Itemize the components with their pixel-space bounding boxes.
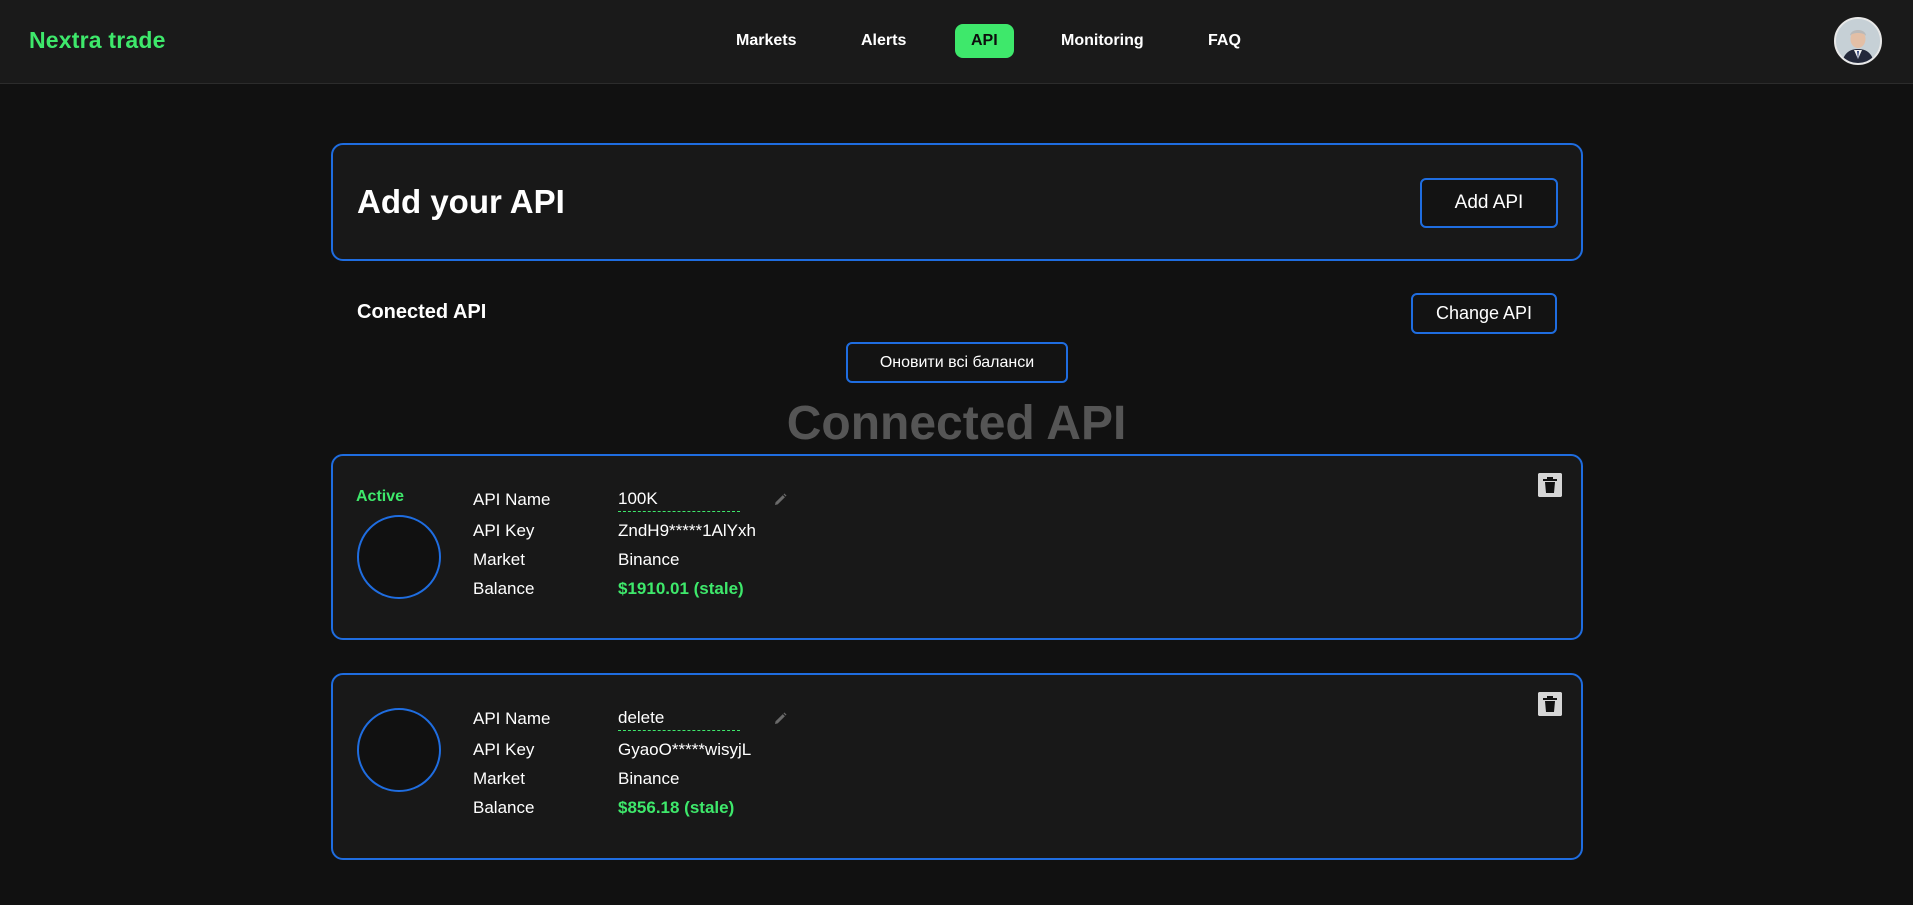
refresh-balances-button[interactable]: Оновити всі баланси xyxy=(846,342,1068,383)
api-card: API Name delete API Key GyaoO*****wisyjL… xyxy=(331,673,1583,860)
user-avatar[interactable] xyxy=(1834,17,1882,65)
api-key-label: API Key xyxy=(473,521,535,540)
api-avatar-ring xyxy=(357,515,441,599)
balance-label: Balance xyxy=(473,579,535,598)
pencil-icon[interactable] xyxy=(772,711,788,727)
nav-faq[interactable]: FAQ xyxy=(1208,24,1241,58)
api-name-underline xyxy=(618,730,740,731)
add-api-button[interactable]: Add API xyxy=(1420,178,1558,228)
balance-value: $1910.01 (stale) xyxy=(618,579,744,598)
api-key-value: GyaoO*****wisyjL xyxy=(618,740,752,759)
connected-api-heading: Connected API xyxy=(786,397,1127,450)
nav-api[interactable]: API xyxy=(955,24,1014,58)
api-name-value[interactable]: 100K xyxy=(618,489,658,509)
trash-icon[interactable] xyxy=(1538,473,1562,497)
api-name-value[interactable]: delete xyxy=(618,708,664,728)
trash-icon[interactable] xyxy=(1538,692,1562,716)
api-avatar-ring xyxy=(357,708,441,792)
balance-value: $856.18 (stale) xyxy=(618,798,735,817)
api-card: Active API Name 100K API Key ZndH9*****1… xyxy=(331,454,1583,640)
balance-label: Balance xyxy=(473,798,535,817)
api-name-underline xyxy=(618,511,740,512)
add-api-card: Add your API Add API xyxy=(331,143,1583,261)
add-api-title: Add your API xyxy=(357,183,565,220)
main-nav: Markets Alerts API Monitoring FAQ xyxy=(0,0,1913,84)
nav-markets[interactable]: Markets xyxy=(736,24,796,58)
market-label: Market xyxy=(473,769,525,788)
connected-section-title: Conected API xyxy=(357,301,487,323)
api-name-label: API Name xyxy=(473,709,551,728)
market-value: Binance xyxy=(618,550,680,569)
nav-monitoring[interactable]: Monitoring xyxy=(1061,24,1144,58)
market-label: Market xyxy=(473,550,525,569)
nav-alerts[interactable]: Alerts xyxy=(861,24,906,58)
top-header: Nextra trade Markets Alerts API Monitori… xyxy=(0,0,1913,84)
api-key-label: API Key xyxy=(473,740,535,759)
avatar-icon xyxy=(1836,19,1880,63)
change-api-button[interactable]: Change API xyxy=(1411,293,1557,334)
api-name-label: API Name xyxy=(473,490,551,509)
api-key-value: ZndH9*****1AlYxh xyxy=(618,521,756,540)
pencil-icon[interactable] xyxy=(772,492,788,508)
market-value: Binance xyxy=(618,769,680,788)
status-badge: Active xyxy=(356,488,405,505)
